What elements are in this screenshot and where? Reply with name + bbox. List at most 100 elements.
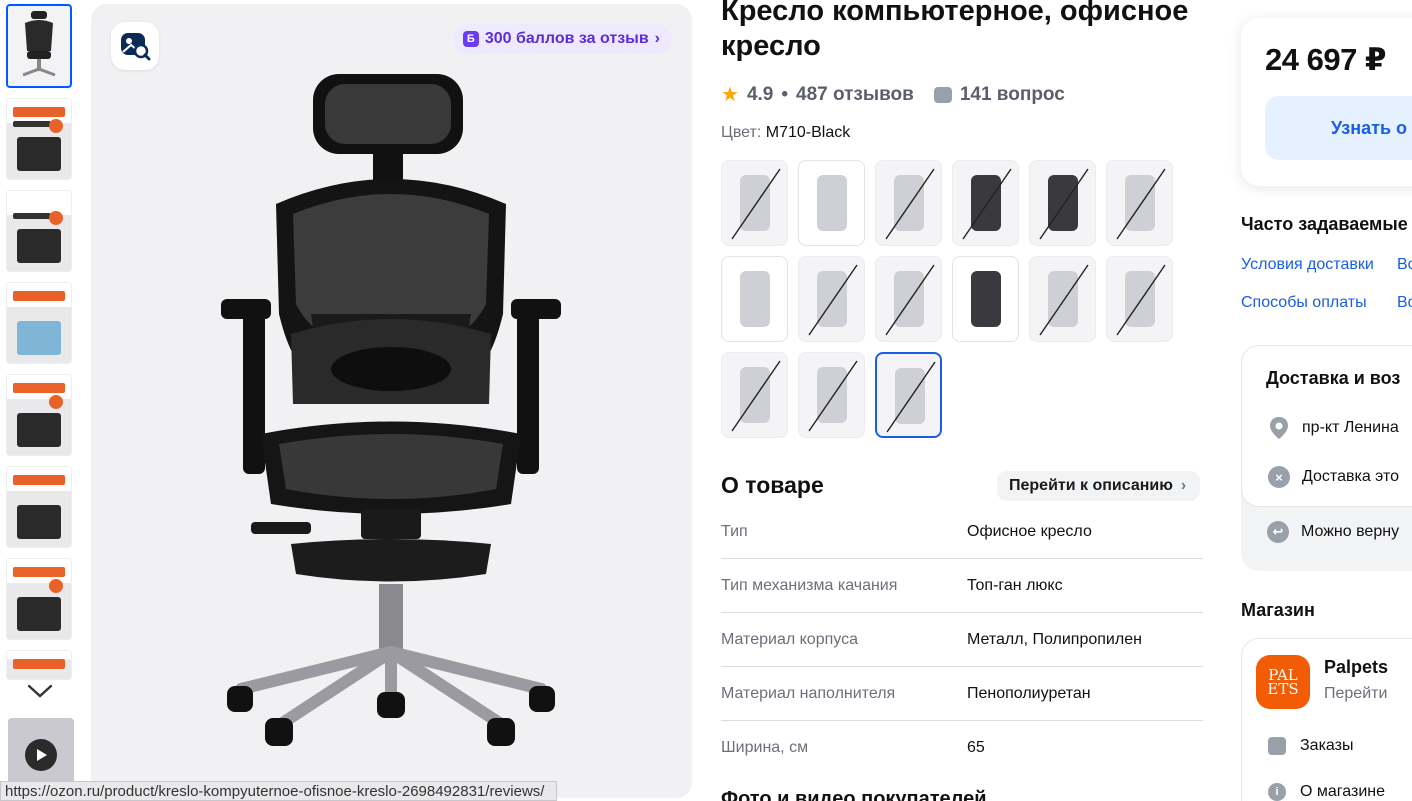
- unavailable-slash-icon: [808, 264, 858, 336]
- spec-row: Материал корпуса Металл, Полипропилен: [721, 613, 1203, 667]
- thumbnail-7[interactable]: [6, 558, 72, 640]
- spec-key: Ширина, см: [721, 739, 809, 756]
- unavailable-slash-icon: [808, 360, 858, 432]
- chevron-right-icon: ›: [1180, 477, 1187, 494]
- unavailable-slash-icon: [886, 361, 936, 433]
- info-icon: i: [1268, 783, 1286, 801]
- delivery-status-text: Доставка это: [1302, 468, 1400, 485]
- color-swatch[interactable]: [1029, 160, 1096, 246]
- color-swatch[interactable]: [875, 256, 942, 342]
- questions-link[interactable]: 141 вопрос: [960, 84, 1065, 106]
- shop-orders-label: Заказы: [1300, 737, 1354, 754]
- color-swatch[interactable]: [1106, 256, 1173, 342]
- shop-about[interactable]: i О магазине: [1268, 783, 1385, 801]
- color-swatch[interactable]: [1029, 256, 1096, 342]
- unavailable-slash-icon: [1116, 168, 1166, 240]
- reviews-link[interactable]: 487 отзывов: [796, 84, 914, 106]
- swatch-chair-image: [817, 175, 847, 231]
- spec-row: Материал наполнителя Пенополиуретан: [721, 667, 1203, 721]
- color-value: M710-Black: [765, 124, 851, 141]
- goto-description-label: Перейти к описанию: [1009, 477, 1173, 494]
- color-swatch[interactable]: [721, 160, 788, 246]
- rating-bar[interactable]: ★ 4.9 • 487 отзывов 141 вопрос: [721, 82, 1065, 107]
- location-pin-icon: [1270, 417, 1288, 439]
- color-swatch[interactable]: [952, 160, 1019, 246]
- color-swatch[interactable]: [721, 352, 788, 438]
- color-swatch[interactable]: [875, 352, 942, 438]
- thumbnail-1[interactable]: [6, 4, 72, 88]
- spec-value: 65: [967, 739, 985, 756]
- return-icon: ↩: [1267, 521, 1289, 543]
- thumbnail-3[interactable]: [6, 190, 72, 272]
- chat-question-icon: [933, 86, 952, 103]
- color-swatch[interactable]: [721, 256, 788, 342]
- review-bonus-badge[interactable]: Б 300 баллов за отзыв ›: [452, 24, 672, 54]
- image-search-icon: [121, 33, 151, 61]
- faq-link-payment[interactable]: Способы оплаты: [1241, 294, 1367, 312]
- faq-link-2[interactable]: Во: [1397, 256, 1412, 274]
- swatch-chair-image: [971, 271, 1001, 327]
- unavailable-slash-icon: [1039, 264, 1089, 336]
- spec-value: Металл, Полипропилен: [967, 630, 1142, 648]
- thumbnails-scroll-down[interactable]: [22, 678, 58, 704]
- chevron-right-icon: ›: [654, 30, 660, 47]
- swatch-chair-image: [740, 271, 770, 327]
- delivery-address-text: пр-кт Ленина: [1302, 419, 1399, 436]
- shop-logo[interactable]: PAL ETS: [1256, 655, 1310, 709]
- thumbnail-2[interactable]: [6, 98, 72, 180]
- delivery-status: × Доставка это: [1268, 466, 1399, 488]
- spec-key: Материал корпуса: [721, 630, 858, 648]
- color-swatch[interactable]: [1106, 160, 1173, 246]
- office-chair-image: [221, 74, 561, 746]
- spec-row: Тип Офисное кресло: [721, 505, 1203, 559]
- image-search-button[interactable]: [111, 22, 159, 70]
- bonus-icon: Б: [462, 31, 479, 47]
- about-title: О товаре: [721, 472, 824, 498]
- delivery-address[interactable]: пр-кт Ленина: [1268, 416, 1399, 440]
- shop-name[interactable]: Palpets: [1324, 657, 1388, 678]
- thumbnail-4[interactable]: [6, 282, 72, 364]
- spec-row: Ширина, см 65: [721, 721, 1203, 775]
- orders-box-icon: [1268, 737, 1286, 755]
- unavailable-slash-icon: [885, 168, 935, 240]
- color-swatches: [721, 160, 1181, 438]
- faq-link-delivery[interactable]: Условия доставки: [1241, 256, 1374, 274]
- color-swatch[interactable]: [798, 256, 865, 342]
- color-swatch[interactable]: [875, 160, 942, 246]
- unavailable-slash-icon: [885, 264, 935, 336]
- color-swatch[interactable]: [952, 256, 1019, 342]
- spec-value: Топ-ган люкс: [967, 576, 1063, 594]
- product-title: Кресло компьютерное, офисное кресло: [721, 0, 1189, 62]
- shop-go-link[interactable]: Перейти: [1324, 685, 1387, 703]
- customer-photos-title: Фото и видео покупателей: [721, 788, 987, 801]
- spec-key: Тип: [721, 522, 748, 540]
- main-product-image[interactable]: Б 300 баллов за отзыв ›: [91, 4, 692, 798]
- delivery-title: Доставка и воз: [1266, 368, 1401, 388]
- price: 24 697 ₽: [1265, 42, 1387, 77]
- price-card: 24 697 ₽ Узнать о: [1241, 18, 1412, 186]
- shop-title: Магазин: [1241, 600, 1315, 620]
- thumbnail-8[interactable]: [6, 650, 72, 680]
- shop-about-label: О магазине: [1300, 783, 1385, 800]
- color-swatch[interactable]: [798, 352, 865, 438]
- chevron-down-icon: [27, 684, 53, 698]
- thumbnail-6[interactable]: [6, 466, 72, 548]
- chair-thumbnail-icon: [22, 11, 56, 77]
- product-page: Б 300 баллов за отзыв › Кресло компьютер…: [0, 0, 1412, 801]
- unavailable-slash-icon: [962, 168, 1012, 240]
- unavailable-slash-icon: [731, 168, 781, 240]
- unavailable-slash-icon: [1116, 264, 1166, 336]
- return-info[interactable]: ↩ Можно верну: [1267, 521, 1399, 543]
- unavailable-slash-icon: [731, 360, 781, 432]
- spec-row: Тип механизма качания Топ-ган люкс: [721, 559, 1203, 613]
- star-icon: ★: [721, 84, 739, 106]
- spec-key: Тип механизма качания: [721, 576, 898, 594]
- thumbnail-5[interactable]: [6, 374, 72, 456]
- bonus-label: 300 баллов за отзыв: [484, 30, 649, 47]
- color-swatch[interactable]: [798, 160, 865, 246]
- color-line: Цвет: M710-Black: [721, 124, 850, 142]
- find-out-button[interactable]: Узнать о: [1265, 96, 1412, 160]
- faq-link-4[interactable]: Во: [1397, 294, 1412, 312]
- shop-orders[interactable]: Заказы: [1268, 737, 1353, 755]
- goto-description-button[interactable]: Перейти к описанию ›: [997, 471, 1201, 501]
